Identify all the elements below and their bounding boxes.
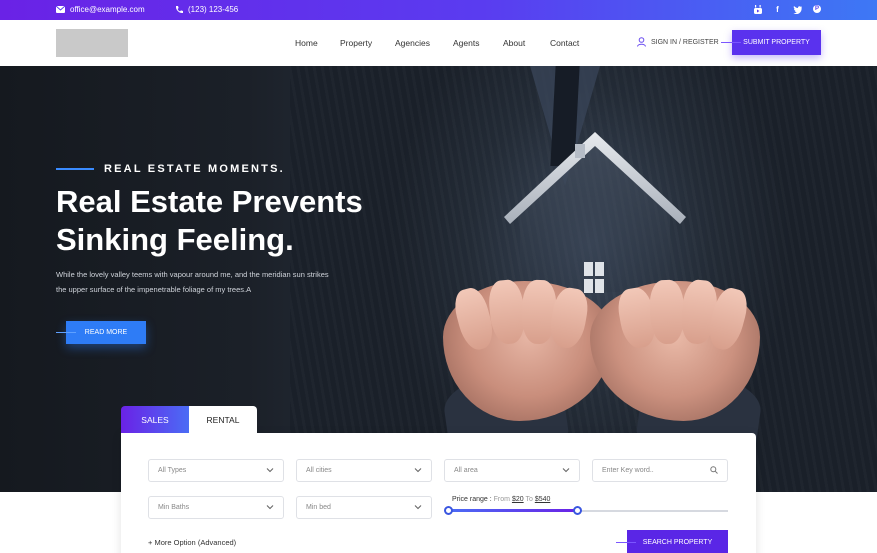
tab-rental[interactable]: RENTAL — [189, 406, 257, 433]
price-slider-max-handle[interactable] — [573, 506, 582, 515]
main-header: Home Property Agencies Agents About Cont… — [0, 20, 877, 66]
signin-label: SIGN IN / REGISTER — [651, 38, 719, 46]
phone-icon — [175, 5, 183, 13]
more-options-link[interactable]: + More Option (Advanced) — [148, 538, 236, 547]
hero-title: Real Estate Prevents Sinking Feeling. — [56, 183, 416, 259]
hero-eyebrow: REAL ESTATE MOMENTS. — [56, 163, 285, 175]
submit-property-button[interactable]: SUBMIT PROPERTY — [732, 30, 821, 55]
chevron-down-icon — [414, 468, 422, 473]
social-links: f P — [753, 4, 821, 15]
keyword-input[interactable]: Enter Key word.. — [592, 459, 728, 482]
price-range-label: Price range : From $20 To $540 — [452, 496, 550, 503]
cities-select[interactable]: All cities — [296, 459, 432, 482]
price-range-title: Price range : — [452, 496, 492, 503]
phone-contact[interactable]: (123) 123-456 — [175, 5, 238, 14]
mail-icon — [56, 6, 65, 13]
hero-description: While the lovely valley teems with vapou… — [56, 267, 386, 297]
email-text: office@example.com — [70, 5, 145, 14]
price-slider-fill — [448, 509, 577, 512]
bed-select-value: Min bed — [306, 504, 331, 511]
youtube-icon[interactable] — [753, 4, 762, 15]
price-to-value: $540 — [534, 496, 551, 503]
hero-description-line2: the upper surface of the impenetrable fo… — [56, 285, 252, 294]
nav-about[interactable]: About — [503, 38, 525, 48]
bed-select[interactable]: Min bed — [296, 496, 432, 519]
nav-agencies[interactable]: Agencies — [395, 38, 430, 48]
phone-text: (123) 123-456 — [188, 5, 239, 14]
hero-title-line1: Real Estate Prevents — [56, 184, 363, 219]
chevron-down-icon — [266, 468, 274, 473]
types-select[interactable]: All Types — [148, 459, 284, 482]
pinterest-icon[interactable]: P — [813, 5, 821, 13]
nav-agents[interactable]: Agents — [453, 38, 479, 48]
nav-home[interactable]: Home — [295, 38, 318, 48]
chevron-down-icon — [266, 505, 274, 510]
user-icon — [637, 37, 646, 47]
search-property-button[interactable]: SEARCH PROPERTY — [627, 530, 728, 553]
nav-property[interactable]: Property — [340, 38, 372, 48]
tab-sales[interactable]: SALES — [121, 406, 189, 433]
read-more-accent-line — [56, 332, 76, 333]
cities-select-value: All cities — [306, 467, 332, 474]
facebook-icon[interactable]: f — [773, 4, 782, 15]
twitter-icon[interactable] — [793, 4, 802, 15]
price-from-value: $20 — [511, 496, 524, 503]
baths-select[interactable]: Min Baths — [148, 496, 284, 519]
baths-select-value: Min Baths — [158, 504, 190, 511]
read-more-button[interactable]: READ MORE — [66, 321, 146, 344]
submit-accent-line — [721, 42, 741, 43]
area-select[interactable]: All area — [444, 459, 580, 482]
search-icon — [710, 466, 718, 474]
email-contact[interactable]: office@example.com — [56, 5, 145, 14]
eyebrow-text: REAL ESTATE MOMENTS. — [104, 163, 285, 175]
logo-placeholder[interactable] — [56, 29, 128, 57]
price-from-label: From — [493, 496, 510, 503]
hero-title-line2: Sinking Feeling. — [56, 222, 294, 257]
search-tabs: SALES RENTAL — [121, 406, 257, 433]
price-to-label: To — [525, 496, 533, 503]
eyebrow-line — [56, 168, 94, 170]
signin-link[interactable]: SIGN IN / REGISTER — [637, 37, 719, 47]
chevron-down-icon — [414, 505, 422, 510]
area-select-value: All area — [454, 467, 478, 474]
top-bar: office@example.com (123) 123-456 f P — [0, 0, 877, 20]
price-slider-min-handle[interactable] — [444, 506, 453, 515]
nav-contact[interactable]: Contact — [550, 38, 579, 48]
keyword-placeholder: Enter Key word.. — [602, 467, 654, 474]
types-select-value: All Types — [158, 467, 187, 474]
chevron-down-icon — [562, 468, 570, 473]
hero-description-line1: While the lovely valley teems with vapou… — [56, 270, 329, 279]
search-accent-line — [616, 542, 636, 543]
